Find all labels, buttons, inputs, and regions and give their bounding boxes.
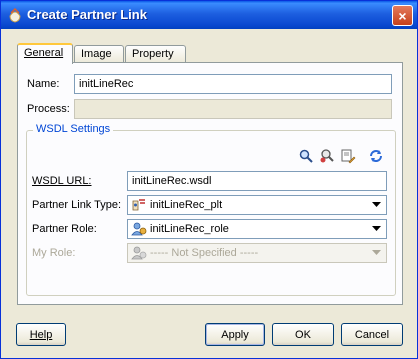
partner-role-value: initLineRec_role bbox=[150, 223, 229, 235]
my-role-select: ----- Not Specified ----- bbox=[127, 243, 387, 263]
tab-property[interactable]: Property bbox=[125, 45, 186, 63]
app-icon bbox=[9, 7, 21, 23]
title-bar[interactable]: Create Partner Link × bbox=[1, 1, 417, 29]
name-field-value: initLineRec bbox=[79, 78, 134, 90]
refresh-icon[interactable] bbox=[367, 147, 385, 165]
partner-role-select[interactable]: initLineRec_role bbox=[127, 219, 387, 239]
help-button-label: Help bbox=[29, 328, 53, 341]
partner-link-type-value: initLineRec_plt bbox=[150, 199, 223, 211]
partner-link-type-label: Partner Link Type: bbox=[32, 199, 122, 211]
tab-general[interactable]: General bbox=[17, 43, 73, 64]
my-role-value: ----- Not Specified ----- bbox=[150, 247, 259, 259]
cancel-button[interactable]: Cancel bbox=[341, 323, 403, 346]
wsdl-settings-title: WSDL Settings bbox=[33, 123, 114, 135]
partner-link-type-icon bbox=[132, 199, 145, 211]
help-button[interactable]: Help bbox=[16, 323, 66, 346]
wsdl-url-value: initLineRec.wsdl bbox=[132, 175, 212, 187]
close-button[interactable]: × bbox=[392, 5, 413, 26]
close-icon: × bbox=[398, 7, 407, 24]
chevron-down-icon[interactable] bbox=[369, 198, 384, 212]
wsdl-url-label-text: WSDL URL: bbox=[32, 175, 92, 187]
process-field bbox=[74, 99, 392, 119]
process-label: Process: bbox=[27, 103, 70, 115]
wsdl-url-field[interactable]: initLineRec.wsdl bbox=[127, 171, 387, 191]
window-title: Create Partner Link bbox=[27, 7, 147, 22]
partner-role-label: Partner Role: bbox=[32, 223, 97, 235]
chevron-down-icon[interactable] bbox=[369, 222, 384, 236]
tab-general-label: General bbox=[24, 47, 64, 59]
partner-link-type-select[interactable]: initLineRec_plt bbox=[127, 195, 387, 215]
tab-property-label: Property bbox=[132, 48, 174, 60]
create-partner-link-dialog: Create Partner Link × General Image Prop… bbox=[0, 0, 418, 359]
cancel-button-label: Cancel bbox=[354, 328, 390, 341]
role-icon bbox=[131, 222, 147, 236]
name-field[interactable]: initLineRec bbox=[74, 74, 392, 94]
general-tab-panel: Name: initLineRec Process: WSDL Settings bbox=[17, 62, 403, 305]
tab-image[interactable]: Image bbox=[74, 45, 124, 63]
my-role-label: My Role: bbox=[32, 247, 76, 259]
ok-button-label: OK bbox=[295, 328, 311, 341]
role-icon bbox=[131, 246, 147, 260]
edit-wsdl-icon[interactable] bbox=[339, 147, 357, 165]
wsdl-settings-group: WSDL Settings WSDL URL: initLineRec.wsdl… bbox=[26, 123, 396, 296]
wsdl-url-label: WSDL URL: bbox=[32, 175, 92, 187]
apply-button-label: Apply bbox=[221, 328, 249, 341]
tab-image-label: Image bbox=[81, 48, 112, 60]
chevron-down-icon bbox=[369, 246, 384, 260]
search-icon[interactable] bbox=[297, 147, 315, 165]
name-label: Name: bbox=[27, 78, 60, 90]
ok-button[interactable]: OK bbox=[272, 323, 334, 346]
service-explorer-icon[interactable] bbox=[318, 147, 336, 165]
apply-button[interactable]: Apply bbox=[205, 323, 265, 346]
